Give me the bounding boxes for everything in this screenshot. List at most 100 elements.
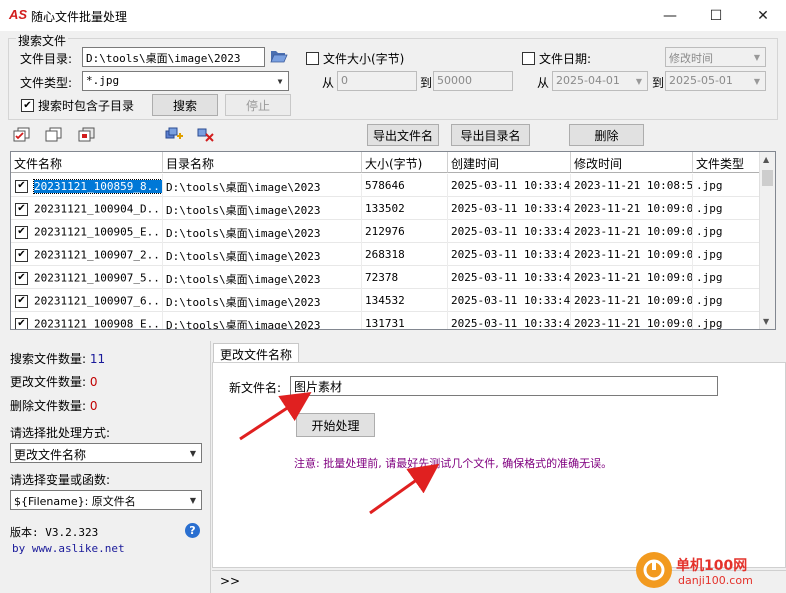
- renamed-count: 更改文件数量: 0: [10, 373, 98, 390]
- column-header[interactable]: 目录名称: [163, 152, 362, 173]
- type-select[interactable]: *.jpg ▼: [82, 71, 289, 91]
- table-cell-size: 131731: [362, 312, 448, 329]
- row-checkbox-checked[interactable]: ✔: [15, 294, 28, 308]
- table-cell-name: ✔ 20231121_100859_8...: [11, 174, 163, 197]
- search-group-title: 搜索文件: [16, 32, 69, 49]
- date-from-label: 从: [537, 76, 550, 90]
- type-select-value: *.jpg: [86, 74, 120, 87]
- tab-rename[interactable]: 更改文件名称: [213, 343, 300, 363]
- date-to-value: 2025-05-01: [669, 74, 733, 87]
- date-filter-label: 文件日期:: [539, 52, 592, 66]
- chevron-down-icon: ▼: [189, 495, 197, 505]
- size-from-input[interactable]: 0: [337, 71, 417, 91]
- date-to-picker[interactable]: 2025-05-01 ▼: [665, 71, 766, 91]
- table-row[interactable]: ✔ 20231121_100907_5... D:\tools\桌面\image\2…: [11, 266, 761, 289]
- var-select-value: ${Filename}: 原文件名: [14, 495, 136, 508]
- annotation-arrows: [239, 392, 440, 515]
- stop-button[interactable]: 停止: [225, 94, 291, 116]
- column-header[interactable]: 文件类型: [693, 152, 761, 173]
- file-name-text: 20231121_100905_E...: [34, 225, 163, 239]
- size-filter-checkbox[interactable]: 文件大小(字节): [306, 50, 404, 67]
- invert-check-icon[interactable]: [78, 127, 96, 143]
- include-sub-label: 搜索时包含子目录: [38, 99, 135, 113]
- table-cell-created: 2025-03-11 10:33:44: [448, 174, 571, 197]
- column-header[interactable]: 大小(字节): [362, 152, 448, 173]
- checkbox-unchecked-icon: [522, 52, 535, 65]
- chevron-down-icon: ▼: [189, 448, 197, 458]
- size-to-input[interactable]: 50000: [433, 71, 513, 91]
- expand-button[interactable]: >>: [220, 574, 240, 588]
- vertical-scrollbar[interactable]: ▲ ▼: [759, 152, 775, 329]
- folder-open-icon[interactable]: [270, 48, 288, 64]
- arrow-to-note: [369, 463, 440, 515]
- table-row[interactable]: ✔ 20231121_100905_E... D:\tools\桌面\image\2…: [11, 220, 761, 243]
- table-row[interactable]: ✔ 20231121_100907_6... D:\tools\桌面\image\2…: [11, 289, 761, 312]
- column-header[interactable]: 创建时间: [448, 152, 571, 173]
- remove-files-icon[interactable]: [197, 127, 215, 143]
- table-cell-created: 2025-03-11 10:33:44: [448, 243, 571, 266]
- method-select[interactable]: 更改文件名称 ▼: [10, 443, 202, 463]
- table-cell-dir: D:\tools\桌面\image\2023: [163, 197, 362, 220]
- table-row[interactable]: ✔ 20231121_100904_D... D:\tools\桌面\image\2…: [11, 197, 761, 220]
- table-row[interactable]: ✔ 20231121_100907_2... D:\tools\桌面\image\2…: [11, 243, 761, 266]
- watermark-logo-icon: [636, 552, 672, 588]
- table-cell-dir: D:\tools\桌面\image\2023: [163, 220, 362, 243]
- table-cell-created: 2025-03-11 10:33:44: [448, 197, 571, 220]
- row-checkbox-checked[interactable]: ✔: [15, 271, 28, 285]
- include-sub-checkbox[interactable]: ✔ 搜索时包含子目录: [21, 97, 134, 114]
- dir-input[interactable]: D:\tools\桌面\image\2023: [82, 47, 265, 67]
- dir-label: 文件目录:: [20, 52, 73, 66]
- scrollbar-thumb[interactable]: [762, 170, 773, 186]
- var-label: 请选择变量或函数:: [10, 473, 111, 487]
- date-to-label: 到: [652, 76, 665, 90]
- date-type-select[interactable]: 修改时间 ▼: [665, 47, 766, 67]
- table-cell-type: .jpg: [693, 289, 761, 312]
- close-button[interactable]: ✕: [740, 0, 786, 31]
- table-row[interactable]: ✔ 20231121_100908_E... D:\tools\桌面\image\2…: [11, 312, 761, 329]
- row-checkbox-checked[interactable]: ✔: [15, 317, 28, 329]
- check-all-icon[interactable]: [13, 127, 31, 143]
- table-cell-size: 268318: [362, 243, 448, 266]
- export-files-button[interactable]: 导出文件名: [367, 124, 439, 146]
- chevron-down-icon: ▼: [277, 76, 283, 86]
- file-name-text: 20231121_100907_2...: [34, 248, 163, 262]
- add-files-icon[interactable]: [165, 127, 183, 143]
- date-filter-checkbox[interactable]: 文件日期:: [522, 50, 591, 67]
- file-name-text: 20231121_100907_6...: [34, 294, 163, 308]
- table-cell-type: .jpg: [693, 197, 761, 220]
- table-cell-size: 578646: [362, 174, 448, 197]
- search-button[interactable]: 搜索: [152, 94, 218, 116]
- scroll-down-icon[interactable]: ▼: [763, 317, 769, 326]
- table-cell-modified: 2023-11-21 10:09:07: [571, 243, 693, 266]
- row-checkbox-checked[interactable]: ✔: [15, 202, 28, 216]
- uncheck-all-icon[interactable]: [45, 127, 63, 143]
- deleted-count-label: 删除文件数量:: [10, 399, 87, 413]
- table-row[interactable]: ✔ 20231121_100859_8... D:\tools\桌面\image\2…: [11, 174, 761, 197]
- table-cell-name: ✔ 20231121_100907_5...: [11, 266, 163, 289]
- table-cell-modified: 2023-11-21 10:09:08: [571, 312, 693, 329]
- table-cell-dir: D:\tools\桌面\image\2023: [163, 174, 362, 197]
- table-cell-size: 133502: [362, 197, 448, 220]
- column-header[interactable]: 修改时间: [571, 152, 693, 173]
- table-cell-modified: 2023-11-21 10:08:59: [571, 174, 693, 197]
- date-from-picker[interactable]: 2025-04-01 ▼: [552, 71, 648, 91]
- maximize-button[interactable]: ☐: [693, 0, 739, 31]
- var-select[interactable]: ${Filename}: 原文件名 ▼: [10, 490, 202, 510]
- column-header[interactable]: 文件名称: [11, 152, 163, 173]
- table-cell-created: 2025-03-11 10:33:44: [448, 312, 571, 329]
- table-cell-name: ✔ 20231121_100907_2...: [11, 243, 163, 266]
- website-link[interactable]: by www.aslike.net: [12, 542, 125, 555]
- scroll-up-icon[interactable]: ▲: [763, 155, 769, 164]
- row-checkbox-checked[interactable]: ✔: [15, 225, 28, 239]
- row-checkbox-checked[interactable]: ✔: [15, 179, 28, 193]
- table-cell-type: .jpg: [693, 174, 761, 197]
- table-cell-dir: D:\tools\桌面\image\2023: [163, 266, 362, 289]
- help-icon[interactable]: ?: [185, 523, 200, 538]
- delete-button[interactable]: 删除: [569, 124, 644, 146]
- export-dirs-button[interactable]: 导出目录名: [451, 124, 530, 146]
- minimize-button[interactable]: —: [647, 0, 693, 31]
- searched-count-label: 搜索文件数量:: [10, 352, 87, 366]
- file-name-text: 20231121_100859_8...: [32, 178, 162, 194]
- checkbox-unchecked-icon: [306, 52, 319, 65]
- row-checkbox-checked[interactable]: ✔: [15, 248, 28, 262]
